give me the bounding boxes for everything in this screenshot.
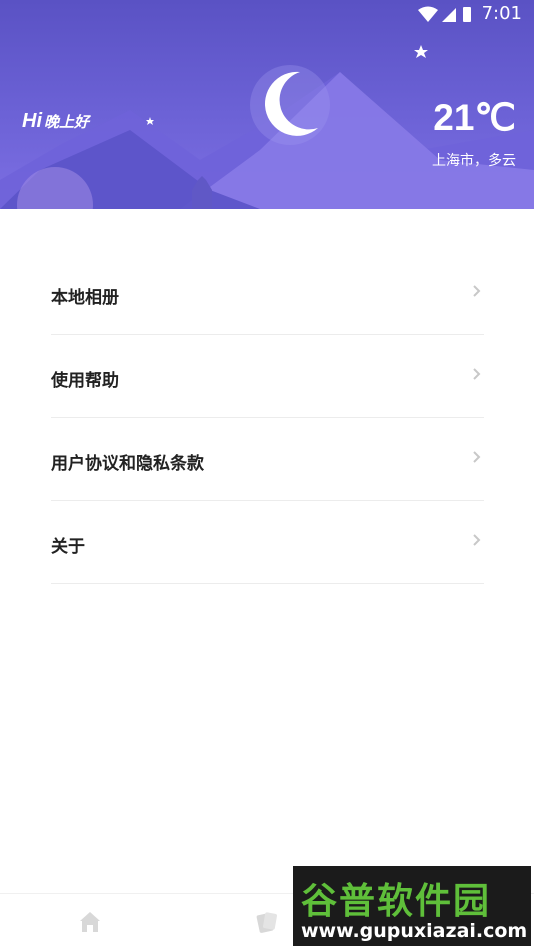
watermark-brand: 谷普软件园 (301, 881, 492, 922)
chevron-right-icon (473, 368, 481, 380)
greeting-text: 晚上好 (44, 113, 90, 131)
settings-menu: 本地相册 使用帮助 用户协议和隐私条款 关于 (51, 252, 484, 584)
signal-icon (442, 8, 456, 22)
menu-item-about[interactable]: 关于 (51, 501, 484, 584)
menu-item-label: 使用帮助 (51, 371, 119, 391)
menu-item-label: 用户协议和隐私条款 (51, 454, 204, 474)
chevron-right-icon (473, 451, 481, 463)
menu-item-user-agreement-privacy[interactable]: 用户协议和隐私条款 (51, 418, 484, 501)
menu-item-help[interactable]: 使用帮助 (51, 335, 484, 418)
menu-item-label: 关于 (51, 537, 85, 557)
status-bar: 7:01 (0, 0, 534, 28)
cards-icon[interactable] (253, 908, 281, 936)
battery-icon (463, 7, 471, 22)
chevron-right-icon (473, 534, 481, 546)
greeting: Hi 晚上好 (22, 110, 89, 133)
watermark-logo: 谷普软件园 www.gupuxiazai.com (293, 866, 531, 946)
temperature: 21℃ (433, 97, 516, 138)
watermark-url: www.gupuxiazai.com (301, 920, 528, 942)
chevron-right-icon (473, 285, 481, 297)
wifi-icon (418, 6, 438, 22)
greeting-hi: Hi (22, 110, 42, 132)
weather-header: 7:01 Hi 晚上好 21℃ 上海市，多云 (0, 0, 534, 209)
menu-item-local-album[interactable]: 本地相册 (51, 252, 484, 335)
home-icon[interactable] (76, 908, 104, 936)
location-weather: 上海市，多云 (432, 153, 516, 169)
menu-item-label: 本地相册 (51, 288, 119, 308)
status-time: 7:01 (481, 3, 522, 24)
status-indicators (418, 6, 471, 22)
